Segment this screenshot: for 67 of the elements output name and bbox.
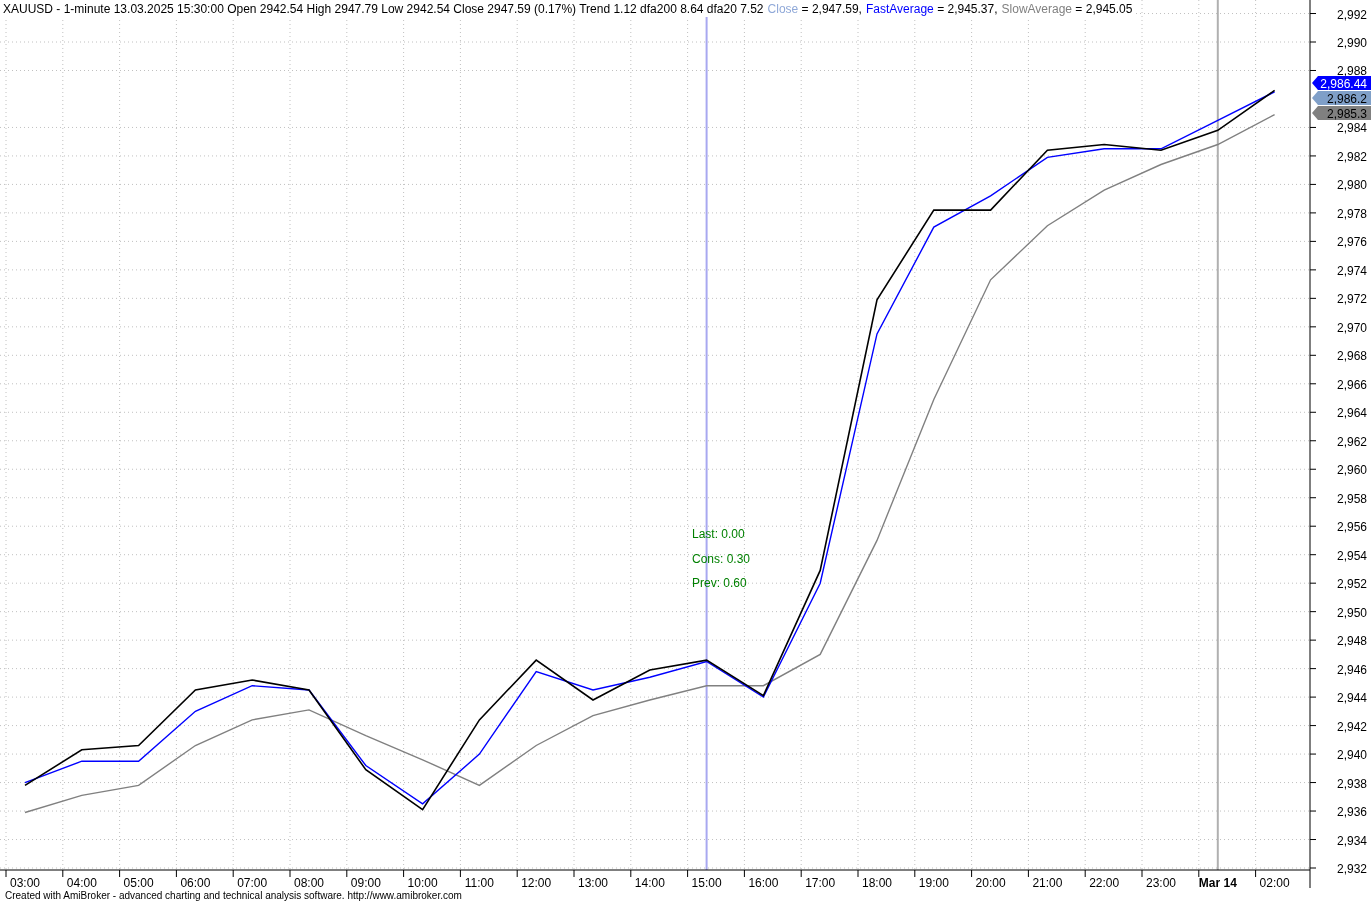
y-axis-label: 2,990 <box>1336 36 1367 50</box>
y-axis-label: 2,946 <box>1336 662 1367 677</box>
y-axis-label: 2,970 <box>1336 320 1367 335</box>
x-axis-label: 18:00 <box>862 876 892 888</box>
y-axis-label: 2,964 <box>1336 406 1367 421</box>
y-axis-label: 2,948 <box>1336 634 1367 649</box>
y-axis-label: 2,954 <box>1336 548 1367 563</box>
x-axis-label: 10:00 <box>407 876 438 888</box>
y-axis-label: 2,972 <box>1336 292 1367 307</box>
y-axis-label: 2,980 <box>1336 178 1367 193</box>
x-axis-label: 11:00 <box>464 876 494 888</box>
y-axis-label: 2,950 <box>1336 605 1367 620</box>
y-axis-label: 2,932 <box>1336 862 1367 876</box>
y-axis-label: 2,960 <box>1336 463 1367 478</box>
x-axis-label: 21:00 <box>1032 876 1063 888</box>
y-axis-label: 2,962 <box>1336 434 1367 449</box>
y-axis-label: 2,936 <box>1336 805 1367 820</box>
y-axis-label: 2,976 <box>1336 235 1367 250</box>
x-axis-label: 13:00 <box>578 876 608 888</box>
x-axis-label: 22:00 <box>1089 876 1120 888</box>
x-axis-label: 15:00 <box>691 876 722 888</box>
y-axis-label: 2,978 <box>1336 206 1367 221</box>
x-axis-label: 19:00 <box>918 876 949 888</box>
x-axis-label: 08:00 <box>294 876 324 888</box>
y-axis-label: 2,982 <box>1336 149 1367 164</box>
x-axis-label: 04:00 <box>66 876 97 888</box>
legend-value: = 2,945.37, <box>936 2 998 15</box>
y-axis-label: 2,940 <box>1336 748 1367 763</box>
legend-series-name: FastAverage <box>865 2 934 15</box>
y-axis-label: 2,956 <box>1336 520 1367 535</box>
x-axis-label: 09:00 <box>350 876 381 888</box>
legend-value: = 2,945.05 <box>1074 2 1133 15</box>
x-axis-label: Mar 14 <box>1198 876 1237 888</box>
y-axis-label: 2,938 <box>1336 776 1367 791</box>
price-tag: 2,986.44 <box>1312 76 1371 91</box>
price-tag: 2,986.2 <box>1312 91 1371 106</box>
indicator-label: Cons: 0.30 <box>692 551 751 566</box>
y-axis-label: 2,968 <box>1336 349 1367 364</box>
footer-credit-text: Created with AmiBroker - advanced charting and technical analysis software. http://www.amibroker.com <box>5 890 462 901</box>
y-axis-label: 2,942 <box>1336 719 1367 734</box>
x-axis-label: 17:00 <box>805 876 836 888</box>
indicator-label: Last: 0.00 <box>692 527 745 541</box>
y-axis-label: 2,944 <box>1336 691 1367 706</box>
legend-value: = 2,947.59, <box>800 2 862 15</box>
price-tag: 2,985.3 <box>1312 106 1371 121</box>
legend-series-name: SlowAverage <box>1001 2 1073 15</box>
y-axis-label: 2,984 <box>1336 121 1367 136</box>
y-axis-label: 2,988 <box>1336 64 1367 79</box>
x-axis-label: 16:00 <box>748 876 779 888</box>
x-axis-label: 02:00 <box>1259 876 1290 888</box>
x-axis-label: 07:00 <box>237 876 268 888</box>
y-axis-label: 2,966 <box>1336 377 1367 392</box>
x-axis-label: 12:00 <box>521 876 552 888</box>
legend-series-name: Close <box>767 2 799 15</box>
x-axis-label: 20:00 <box>975 876 1006 888</box>
chart-info-text: XAUUSD - 1-minute 13.03.2025 15:30:00 Open 2942.54 High 2947.79 Low 2942.54 Close 2947.59 (0.17%) Trend 1.12 dfa200 8.64 dfa20 7.52 <box>3 2 764 15</box>
x-axis-label: 06:00 <box>180 876 211 888</box>
x-axis-label: 03:00 <box>10 876 40 888</box>
y-axis-label: 2,992 <box>1336 7 1367 22</box>
x-axis-label: 14:00 <box>634 876 665 888</box>
indicator-label: Prev: 0.60 <box>692 576 747 590</box>
x-axis-label: 23:00 <box>1146 876 1176 888</box>
y-axis-label: 2,958 <box>1336 491 1367 506</box>
x-axis-label: 05:00 <box>123 876 154 888</box>
y-axis-label: 2,934 <box>1336 833 1367 848</box>
y-axis-label: 2,974 <box>1336 263 1367 278</box>
y-axis-label: 2,952 <box>1336 577 1367 592</box>
